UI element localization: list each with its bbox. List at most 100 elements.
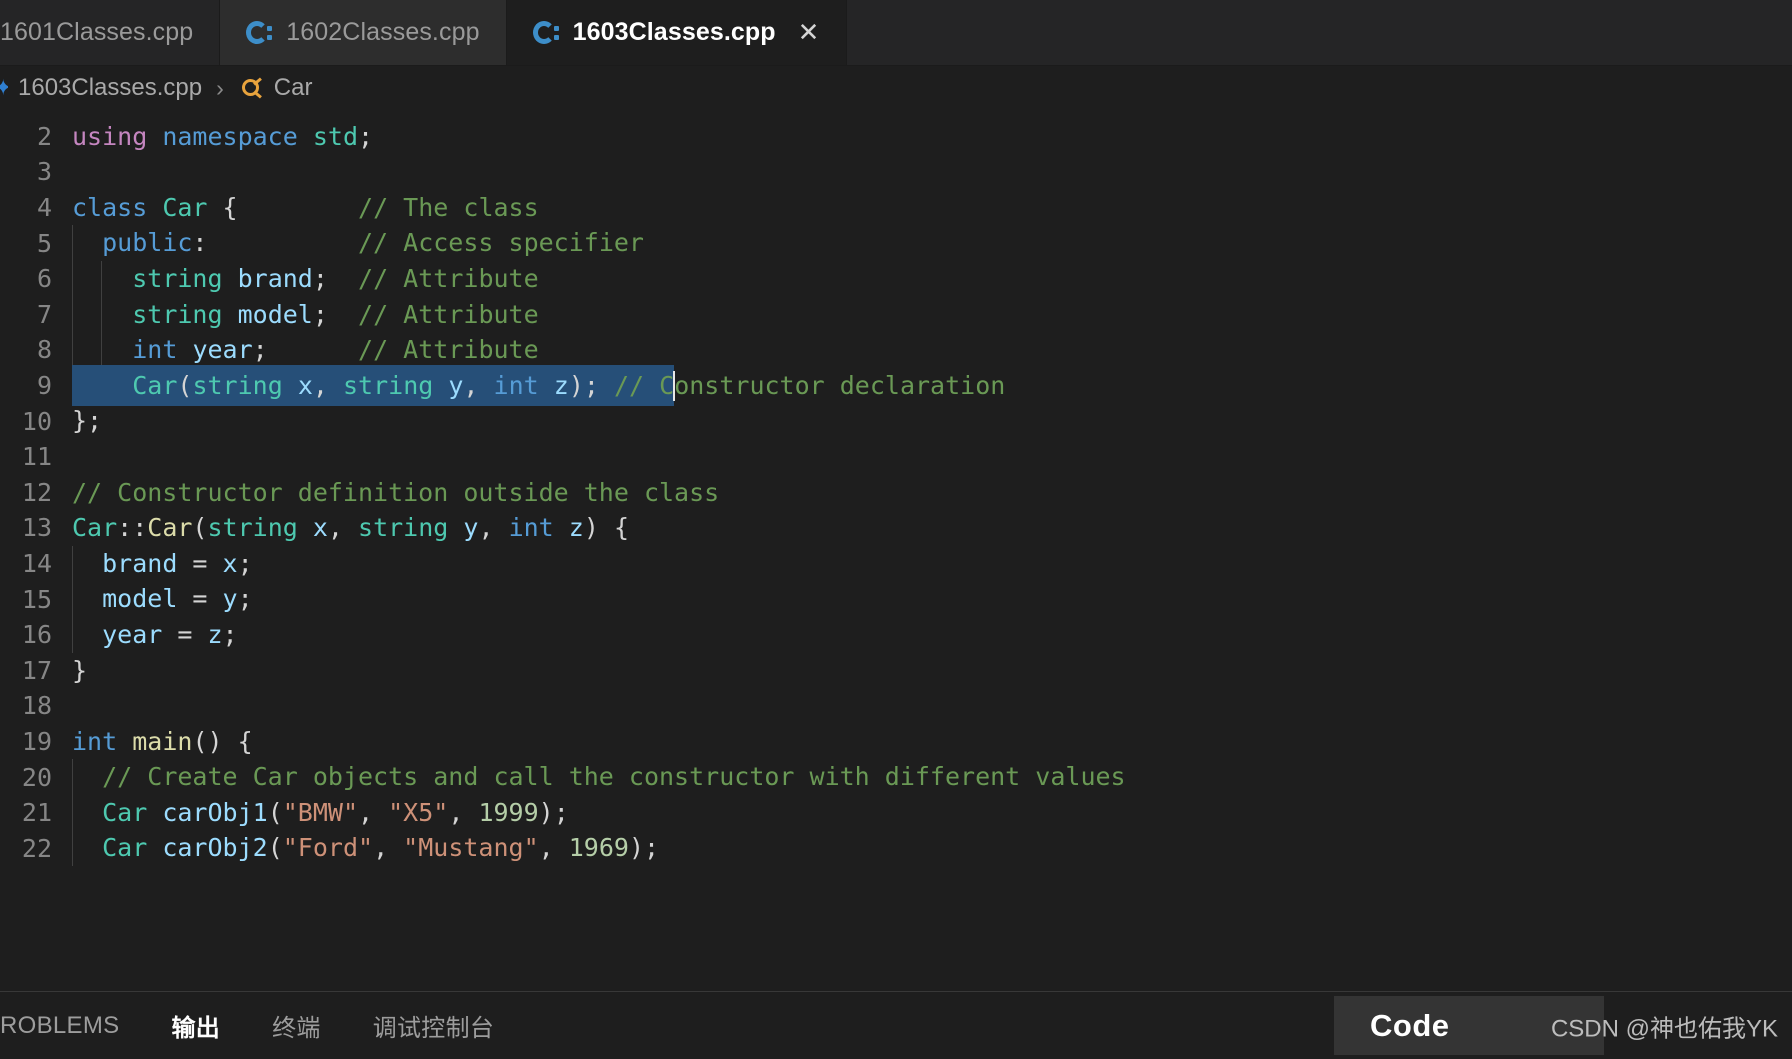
token-comma: , (312, 370, 343, 400)
token-paren-semi: ); (568, 370, 614, 400)
line-content[interactable]: Car carObj2("Ford", "Mustang", 1969); (56, 830, 1792, 867)
token-string-type: string (358, 513, 449, 543)
line-content[interactable]: Car carObj1("BMW", "X5", 1999); (56, 794, 1792, 831)
token-semicolon: ; (312, 299, 328, 329)
line-content[interactable]: int year; // Attribute (56, 332, 1792, 368)
token-semicolon: ; (312, 263, 328, 293)
line-number: 22 (21, 833, 52, 863)
code-line-19: 19 int main() { (0, 724, 1792, 760)
panel-tab-problems[interactable]: ROBLEMS (0, 1012, 145, 1040)
breadcrumb: ✦ 1603Classes.cpp › Car (0, 66, 1792, 110)
line-content[interactable]: public: // Access specifier (56, 225, 1792, 261)
panel-tab-terminal[interactable]: 终端 (246, 1008, 347, 1043)
token-model: model (237, 299, 313, 329)
line-content[interactable]: brand = x; (56, 545, 1792, 582)
token-number-1969: 1969 (568, 833, 629, 863)
token-brace: { (222, 192, 238, 222)
token-string-Ford: "Ford" (282, 833, 374, 863)
token-assign: = (177, 548, 223, 578)
breadcrumb-file[interactable]: 1603Classes.cpp (18, 74, 202, 102)
token-brand: brand (237, 263, 313, 293)
token-comment-start: // C (613, 370, 675, 400)
code-line-15: 15 model = y; (0, 581, 1792, 617)
token-gap (268, 335, 358, 364)
line-content[interactable]: year = z; (56, 616, 1792, 653)
token-int: int (72, 726, 118, 756)
token-paren-semi: ); (538, 797, 569, 827)
code-badge-label: Code (1370, 1007, 1450, 1043)
panel-tab-debug-console[interactable]: 调试控制台 (347, 1008, 521, 1043)
token-close-class: }; (72, 406, 103, 436)
line-content[interactable]: model = y; (56, 581, 1792, 617)
line-number: 21 (21, 798, 52, 828)
line-number: 20 (21, 762, 52, 792)
line-content[interactable]: string model; // Attribute (56, 296, 1792, 333)
token-colon: : (192, 228, 208, 258)
token-int: int (493, 370, 539, 400)
breadcrumb-symbol[interactable]: Car (274, 74, 313, 102)
line-content[interactable]: Car::Car(string x, string y, int z) { (56, 510, 1792, 546)
line-content[interactable]: string brand; // Attribute (56, 260, 1792, 297)
line-number: 7 (36, 299, 52, 329)
line-number: 2 (36, 121, 52, 151)
token-comma: , (373, 833, 404, 863)
tab-1601Classes-cpp[interactable]: 1601Classes.cpp (0, 0, 221, 65)
selection-highlight: Car(string x, string y, int z); // C (72, 370, 675, 400)
panel-tab-output[interactable]: 输出 (145, 1008, 246, 1043)
line-content[interactable]: // Constructor definition outside the cl… (56, 475, 1792, 511)
line-content[interactable]: #include <iostream> (56, 110, 1792, 119)
token-comma: , (358, 797, 389, 827)
close-icon[interactable]: ✕ (798, 20, 820, 46)
token-y: y (222, 584, 238, 614)
line-content[interactable]: // Create Car objects and call the const… (56, 759, 1792, 795)
token-comment: // Create Car objects and call the const… (102, 762, 1126, 792)
line-content[interactable]: using namespace std; (56, 119, 1792, 155)
token-gap (328, 300, 358, 329)
line-number: 14 (21, 549, 52, 579)
line-number: 19 (21, 726, 52, 756)
token-comma: , (463, 370, 494, 400)
token-string-Mustang: "Mustang" (403, 833, 539, 863)
line-content[interactable]: } (56, 653, 1792, 689)
line-content[interactable]: }; (56, 403, 1792, 439)
token-main: main (132, 726, 193, 756)
csdn-watermark: CSDN @神也佑我YK (1550, 1015, 1778, 1042)
token-Car: Car (162, 192, 208, 222)
token-gap (207, 228, 358, 257)
token-paren: ( (267, 833, 283, 863)
code-line-11: 11 (0, 439, 1792, 475)
token-comma: , (448, 797, 479, 827)
code-line-9: 9 Car(string x, string y, int z); // Con… (0, 367, 1792, 404)
token-std: std (312, 121, 359, 151)
token-comma: , (327, 513, 359, 543)
token-string-type: string (132, 299, 223, 329)
token-public: public (102, 228, 193, 258)
token-semicolon: ; (222, 619, 238, 649)
line-content[interactable]: int main() { (56, 724, 1792, 760)
token-comma: , (538, 833, 569, 863)
code-line-5: 5 public: // Access specifier (0, 225, 1792, 261)
token-comma: , (478, 513, 509, 543)
code-line-2: 2 using namespace std; (0, 119, 1792, 155)
line-content[interactable]: class Car { // The class (56, 190, 1792, 226)
line-number: 8 (36, 335, 52, 365)
class-symbol-icon (238, 75, 264, 101)
code-line-8: 8 int year; // Attribute (0, 332, 1792, 368)
tab-1602Classes-cpp[interactable]: 1602Classes.cpp (220, 0, 507, 65)
code-editor[interactable]: 1 #include <iostream> 2 using namespace … (0, 110, 1792, 991)
token-semicolon: ; (358, 121, 374, 151)
line-number: 5 (36, 228, 52, 258)
token-year: year (102, 619, 163, 649)
code-line-4: 4 class Car { // The class (0, 190, 1792, 226)
bottom-panel: ROBLEMS 输出 终端 调试控制台 Code CSDN @神也佑我YK (0, 991, 1792, 1059)
line-content[interactable]: Car(string x, string y, int z); // Const… (56, 367, 1792, 404)
tab-1603Classes-cpp[interactable]: 1603Classes.cpp ✕ (506, 0, 847, 65)
code-line-16: 16 year = z; (0, 616, 1792, 653)
token-namespace: namespace (162, 121, 298, 151)
token-comment: // Attribute (358, 263, 539, 293)
token-paren-semi: ); (628, 833, 660, 863)
